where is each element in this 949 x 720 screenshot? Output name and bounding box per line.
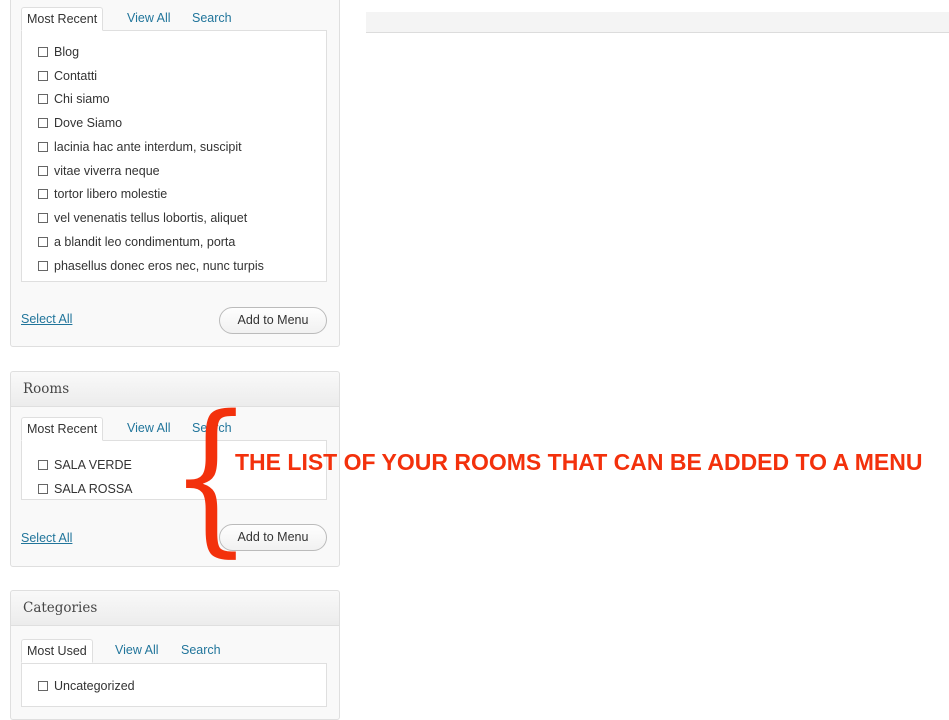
categories-meta-box: Categories Most Used View All Search Unc… [10, 590, 340, 720]
annotation-text: THE LIST OF YOUR ROOMS THAT CAN BE ADDED… [235, 449, 923, 475]
checkbox[interactable] [38, 94, 48, 104]
checkbox[interactable] [38, 213, 48, 223]
list-item[interactable]: a blandit leo condimentum, porta [38, 233, 235, 251]
categories-list-panel: Uncategorized [21, 663, 327, 707]
checkbox[interactable] [38, 142, 48, 152]
list-item[interactable]: Contatti [38, 67, 97, 85]
tab-search[interactable]: Search [181, 639, 221, 663]
checkbox[interactable] [38, 189, 48, 199]
select-all-link[interactable]: Select All [21, 312, 72, 326]
pages-meta-box: Most Recent View All Search Blog Contatt… [10, 0, 340, 347]
checkbox[interactable] [38, 47, 48, 57]
list-item[interactable]: vitae viverra neque [38, 162, 160, 180]
list-item[interactable]: tortor libero molestie [38, 185, 167, 203]
tab-view-all[interactable]: View All [127, 417, 171, 441]
categories-tabs: Most Used View All Search [21, 639, 327, 663]
tab-view-all[interactable]: View All [115, 639, 159, 663]
checkbox[interactable] [38, 681, 48, 691]
list-item[interactable]: Chi siamo [38, 90, 110, 108]
tab-most-recent[interactable]: Most Recent [21, 7, 104, 31]
checkbox[interactable] [38, 484, 48, 494]
tab-most-used[interactable]: Most Used [21, 639, 93, 663]
list-item[interactable]: lacinia hac ante interdum, suscipit [38, 138, 242, 156]
list-item[interactable]: SALA VERDE [38, 456, 132, 474]
checkbox[interactable] [38, 118, 48, 128]
categories-box-title[interactable]: Categories [11, 591, 339, 626]
list-item[interactable]: vel venenatis tellus lobortis, aliquet [38, 209, 247, 227]
tab-search[interactable]: Search [192, 7, 232, 31]
checkbox[interactable] [38, 261, 48, 271]
list-item[interactable]: Blog [38, 43, 79, 61]
add-to-menu-button[interactable]: Add to Menu [219, 307, 327, 334]
select-all-link[interactable]: Select All [21, 531, 72, 545]
tab-view-all[interactable]: View All [127, 7, 171, 31]
checkbox[interactable] [38, 166, 48, 176]
list-item[interactable]: Uncategorized [38, 677, 135, 695]
tab-most-recent[interactable]: Most Recent [21, 417, 104, 441]
checkbox[interactable] [38, 460, 48, 470]
checkbox[interactable] [38, 237, 48, 247]
checkbox[interactable] [38, 71, 48, 81]
list-item[interactable]: SALA ROSSA [38, 480, 133, 498]
menu-edit-header-bar [366, 12, 949, 33]
list-item[interactable]: Dove Siamo [38, 114, 122, 132]
pages-list-panel: Blog Contatti Chi siamo Dove Siamo lacin… [21, 30, 327, 282]
list-item[interactable]: phasellus donec eros nec, nunc turpis [38, 257, 264, 275]
pages-tabs: Most Recent View All Search [21, 7, 327, 31]
